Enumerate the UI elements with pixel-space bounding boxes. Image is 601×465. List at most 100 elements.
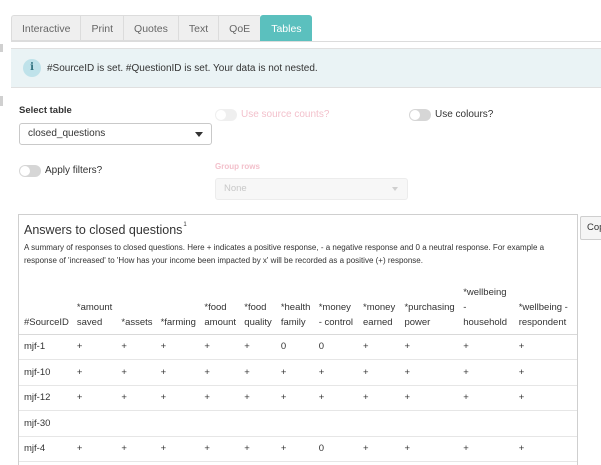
- column-header-text: *health: [280, 301, 311, 313]
- chevron-down-icon: [195, 132, 203, 137]
- column-header-text: power: [404, 316, 431, 328]
- response-cell: +: [276, 385, 315, 411]
- response-cell: 0: [276, 334, 315, 360]
- source-id-cell: mjf-1: [19, 334, 73, 360]
- response-cell: +: [514, 334, 577, 360]
- response-cell: +: [240, 334, 277, 360]
- column-header[interactable]: *money - control: [314, 270, 359, 335]
- left-edge-mark: [0, 44, 3, 52]
- response-cell: [276, 410, 315, 437]
- tab-interactive[interactable]: Interactive: [11, 15, 81, 41]
- column-header-text: *money: [363, 301, 396, 313]
- column-header-text: *purchasing: [404, 301, 455, 313]
- response-cell: +: [117, 436, 157, 462]
- column-header[interactable]: *amount saved: [72, 270, 118, 335]
- tab-text[interactable]: Text: [177, 15, 219, 41]
- response-cell: +: [459, 436, 515, 462]
- response-cell: +: [459, 359, 515, 386]
- response-cell: [459, 410, 515, 437]
- response-cell: 0: [314, 436, 359, 462]
- response-cell: [156, 410, 201, 437]
- response-cell: [117, 410, 157, 437]
- response-cell: [200, 410, 241, 437]
- response-cell: +: [359, 359, 401, 386]
- response-cell: +: [240, 359, 277, 386]
- column-header[interactable]: *wellbeing - respondent: [514, 270, 577, 335]
- column-header-text: #SourceID: [24, 316, 69, 328]
- tab-bar: Interactive Print Quotes Text QoE Tables: [11, 15, 312, 41]
- column-header[interactable]: *assets: [117, 270, 157, 335]
- response-cell: +: [400, 385, 460, 411]
- chevron-down-icon: [392, 187, 398, 191]
- column-header[interactable]: *food quality: [240, 270, 277, 335]
- tab-qoe[interactable]: QoE: [218, 15, 261, 41]
- panel-subtitle: A summary of responses to closed questio…: [24, 243, 545, 265]
- column-header-text: earned: [363, 316, 393, 328]
- column-header[interactable]: *purchasing power: [400, 270, 460, 335]
- tab-quotes[interactable]: Quotes: [123, 15, 178, 41]
- column-header-text: family: [280, 316, 306, 328]
- response-cell: +: [156, 436, 201, 462]
- response-cell: +: [240, 385, 277, 411]
- info-message: #SourceID is set. #QuestionID is set. Yo…: [47, 62, 318, 74]
- answers-table: #SourceID *amount saved *assets *farming *foo…: [19, 270, 577, 462]
- info-banner: i #SourceID is set. #QuestionID is set. …: [11, 48, 601, 88]
- group-rows-dropdown[interactable]: None: [215, 178, 408, 200]
- table-row: mjf-12 + + + + + + + + + + +: [19, 385, 577, 411]
- group-rows-label: Group rows: [215, 162, 260, 171]
- apply-filters-toggle[interactable]: [19, 165, 41, 177]
- response-cell: +: [72, 436, 118, 462]
- source-id-cell: mjf-10: [19, 359, 73, 386]
- column-header-text: *wellbeing -: [518, 301, 568, 313]
- source-id-cell: mjf-4: [19, 436, 73, 462]
- response-cell: [514, 410, 577, 437]
- response-cell: [72, 410, 118, 437]
- response-cell: +: [156, 334, 201, 360]
- response-cell: +: [359, 436, 401, 462]
- table-row: mjf-4 + + + + + +0 + + + +: [19, 436, 577, 462]
- column-header-text: *wellbeing: [463, 286, 507, 298]
- column-header[interactable]: *money earned: [359, 270, 401, 335]
- column-header[interactable]: *health family: [276, 270, 315, 335]
- response-cell: +: [72, 359, 118, 386]
- column-header[interactable]: *wellbeing - household: [459, 270, 515, 335]
- column-header-text: amount: [204, 316, 237, 328]
- column-header-text: *farming: [160, 316, 196, 328]
- select-table-dropdown[interactable]: closed_questions: [19, 123, 212, 145]
- footnote-marker: 1: [183, 222, 187, 228]
- panel-title: Answers to closed questions1: [24, 222, 187, 237]
- response-cell: [240, 410, 277, 437]
- column-header-text: saved: [76, 316, 103, 328]
- response-cell: +: [117, 359, 157, 386]
- response-cell: +: [514, 359, 577, 386]
- tab-tables[interactable]: Tables: [260, 15, 312, 41]
- table-body: mjf-1 + + + + +0 0 + + + + mjf-10 + + + + + + + + + + + mjf-12 +…: [19, 334, 577, 462]
- column-header[interactable]: *farming: [156, 270, 201, 335]
- column-header-text: household: [463, 316, 508, 328]
- copy-button[interactable]: Copy: [580, 216, 601, 240]
- response-cell: +: [200, 334, 241, 360]
- response-cell: +: [359, 385, 401, 411]
- column-header-text: quality: [244, 316, 272, 328]
- response-cell: +: [459, 334, 515, 360]
- response-cell: +: [240, 436, 277, 462]
- column-header-text: respondent: [518, 316, 567, 328]
- response-cell: 0: [314, 334, 359, 360]
- response-cell: +: [400, 436, 460, 462]
- use-source-counts-toggle[interactable]: [215, 109, 237, 121]
- column-header-text: *food: [204, 301, 227, 313]
- panel-title-text: Answers to closed questions: [24, 223, 183, 237]
- response-cell: +: [314, 385, 359, 411]
- use-colours-toggle[interactable]: [409, 109, 431, 121]
- response-cell: +: [117, 385, 157, 411]
- response-cell: [314, 410, 359, 437]
- table-row: mjf-10 + + + + + + + + + + +: [19, 359, 577, 386]
- response-cell: +: [514, 436, 577, 462]
- tab-print[interactable]: Print: [80, 15, 124, 41]
- response-cell: +: [459, 385, 515, 411]
- use-source-counts-label: Use source counts?: [241, 109, 330, 120]
- column-header[interactable]: #SourceID: [19, 270, 73, 335]
- column-header[interactable]: *food amount: [200, 270, 241, 335]
- tab-divider: [11, 41, 601, 42]
- response-cell: +: [200, 436, 241, 462]
